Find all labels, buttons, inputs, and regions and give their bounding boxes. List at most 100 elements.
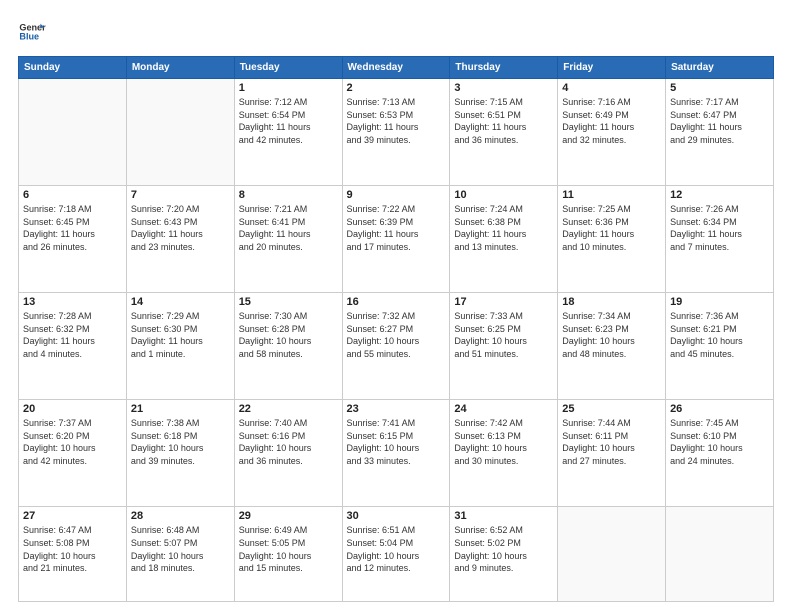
calendar-cell: 7 Sunrise: 7:20 AM Sunset: 6:43 PM Daylig… (126, 186, 234, 293)
day-number: 19 (670, 296, 769, 308)
calendar-cell: 3 Sunrise: 7:15 AM Sunset: 6:51 PM Daylig… (450, 79, 558, 186)
calendar-cell (666, 507, 774, 602)
day-info: Sunrise: 7:15 AM Sunset: 6:51 PM Dayligh… (454, 96, 553, 146)
calendar-cell: 26Sunrise: 7:45 AM Sunset: 6:10 PM Dayli… (666, 400, 774, 507)
day-number: 30 (347, 510, 446, 522)
day-info: Sunrise: 7:33 AM Sunset: 6:25 PM Dayligh… (454, 310, 553, 360)
calendar-cell (126, 79, 234, 186)
day-info: Sunrise: 6:49 AM Sunset: 5:05 PM Dayligh… (239, 524, 338, 574)
weekday-header-sunday: Sunday (19, 57, 127, 79)
day-info: Sunrise: 7:29 AM Sunset: 6:30 PM Dayligh… (131, 310, 230, 360)
day-info: Sunrise: 7:25 AM Sunset: 6:36 PM Dayligh… (562, 203, 661, 253)
day-info: Sunrise: 7:32 AM Sunset: 6:27 PM Dayligh… (347, 310, 446, 360)
calendar-cell: 13 Sunrise: 7:28 AM Sunset: 6:32 PM Dayli… (19, 293, 127, 400)
calendar-cell: 12 Sunrise: 7:26 AM Sunset: 6:34 PM Dayli… (666, 186, 774, 293)
calendar-cell: 19 Sunrise: 7:36 AM Sunset: 6:21 PM Dayli… (666, 293, 774, 400)
day-info: Sunrise: 7:18 AM Sunset: 6:45 PM Dayligh… (23, 203, 122, 253)
day-info: Sunrise: 7:38 AM Sunset: 6:18 PM Dayligh… (131, 417, 230, 467)
day-info: Sunrise: 7:41 AM Sunset: 6:15 PM Dayligh… (347, 417, 446, 467)
calendar-cell: 23 Sunrise: 7:41 AM Sunset: 6:15 PM Dayli… (342, 400, 450, 507)
day-number: 4 (562, 82, 661, 94)
day-info: Sunrise: 6:51 AM Sunset: 5:04 PM Dayligh… (347, 524, 446, 574)
day-number: 5 (670, 82, 769, 94)
weekday-header-saturday: Saturday (666, 57, 774, 79)
calendar-week-4: 20 Sunrise: 7:37 AM Sunset: 6:20 PM Dayli… (19, 400, 774, 507)
weekday-header-tuesday: Tuesday (234, 57, 342, 79)
day-info: Sunrise: 7:30 AM Sunset: 6:28 PM Dayligh… (239, 310, 338, 360)
calendar-cell: 20 Sunrise: 7:37 AM Sunset: 6:20 PM Dayli… (19, 400, 127, 507)
calendar-cell (19, 79, 127, 186)
day-number: 29 (239, 510, 338, 522)
calendar-cell: 21 Sunrise: 7:38 AM Sunset: 6:18 PM Dayli… (126, 400, 234, 507)
day-info: Sunrise: 7:17 AM Sunset: 6:47 PM Dayligh… (670, 96, 769, 146)
calendar-cell: 1Sunrise: 7:12 AM Sunset: 6:54 PM Daylig… (234, 79, 342, 186)
day-number: 17 (454, 296, 553, 308)
calendar-table: SundayMondayTuesdayWednesdayThursdayFrid… (18, 56, 774, 602)
day-info: Sunrise: 7:22 AM Sunset: 6:39 PM Dayligh… (347, 203, 446, 253)
day-number: 21 (131, 403, 230, 415)
calendar-week-5: 27Sunrise: 6:47 AM Sunset: 5:08 PM Dayli… (19, 507, 774, 602)
calendar-cell: 25Sunrise: 7:44 AM Sunset: 6:11 PM Dayli… (558, 400, 666, 507)
calendar-cell: 18 Sunrise: 7:34 AM Sunset: 6:23 PM Dayli… (558, 293, 666, 400)
page-header: General Blue (18, 18, 774, 46)
day-number: 28 (131, 510, 230, 522)
day-info: Sunrise: 6:47 AM Sunset: 5:08 PM Dayligh… (23, 524, 122, 574)
calendar-week-3: 13 Sunrise: 7:28 AM Sunset: 6:32 PM Dayli… (19, 293, 774, 400)
day-number: 22 (239, 403, 338, 415)
calendar-cell (558, 507, 666, 602)
calendar-cell: 4 Sunrise: 7:16 AM Sunset: 6:49 PM Daylig… (558, 79, 666, 186)
day-info: Sunrise: 7:28 AM Sunset: 6:32 PM Dayligh… (23, 310, 122, 360)
calendar-week-1: 1Sunrise: 7:12 AM Sunset: 6:54 PM Daylig… (19, 79, 774, 186)
weekday-header-thursday: Thursday (450, 57, 558, 79)
calendar-cell: 11 Sunrise: 7:25 AM Sunset: 6:36 PM Dayli… (558, 186, 666, 293)
day-number: 12 (670, 189, 769, 201)
calendar-cell: 8 Sunrise: 7:21 AM Sunset: 6:41 PM Daylig… (234, 186, 342, 293)
day-number: 18 (562, 296, 661, 308)
day-number: 2 (347, 82, 446, 94)
day-number: 11 (562, 189, 661, 201)
calendar-cell: 2 Sunrise: 7:13 AM Sunset: 6:53 PM Daylig… (342, 79, 450, 186)
day-info: Sunrise: 7:13 AM Sunset: 6:53 PM Dayligh… (347, 96, 446, 146)
calendar-cell: 29 Sunrise: 6:49 AM Sunset: 5:05 PM Dayli… (234, 507, 342, 602)
day-number: 31 (454, 510, 553, 522)
day-number: 13 (23, 296, 122, 308)
day-info: Sunrise: 6:52 AM Sunset: 5:02 PM Dayligh… (454, 524, 553, 574)
calendar-cell: 22Sunrise: 7:40 AM Sunset: 6:16 PM Dayli… (234, 400, 342, 507)
day-info: Sunrise: 7:24 AM Sunset: 6:38 PM Dayligh… (454, 203, 553, 253)
day-number: 8 (239, 189, 338, 201)
weekday-header-monday: Monday (126, 57, 234, 79)
calendar-header-row: SundayMondayTuesdayWednesdayThursdayFrid… (19, 57, 774, 79)
calendar-cell: 9 Sunrise: 7:22 AM Sunset: 6:39 PM Daylig… (342, 186, 450, 293)
day-number: 9 (347, 189, 446, 201)
calendar-cell: 14Sunrise: 7:29 AM Sunset: 6:30 PM Dayli… (126, 293, 234, 400)
calendar-cell: 30 Sunrise: 6:51 AM Sunset: 5:04 PM Dayli… (342, 507, 450, 602)
day-info: Sunrise: 7:44 AM Sunset: 6:11 PM Dayligh… (562, 417, 661, 467)
day-info: Sunrise: 7:34 AM Sunset: 6:23 PM Dayligh… (562, 310, 661, 360)
logo: General Blue (18, 18, 46, 46)
day-info: Sunrise: 7:21 AM Sunset: 6:41 PM Dayligh… (239, 203, 338, 253)
day-info: Sunrise: 7:42 AM Sunset: 6:13 PM Dayligh… (454, 417, 553, 467)
calendar-cell: 24Sunrise: 7:42 AM Sunset: 6:13 PM Dayli… (450, 400, 558, 507)
calendar-week-2: 6 Sunrise: 7:18 AM Sunset: 6:45 PM Daylig… (19, 186, 774, 293)
day-number: 15 (239, 296, 338, 308)
day-number: 7 (131, 189, 230, 201)
day-number: 10 (454, 189, 553, 201)
day-number: 3 (454, 82, 553, 94)
day-info: Sunrise: 7:20 AM Sunset: 6:43 PM Dayligh… (131, 203, 230, 253)
day-info: Sunrise: 7:16 AM Sunset: 6:49 PM Dayligh… (562, 96, 661, 146)
day-number: 20 (23, 403, 122, 415)
logo-icon: General Blue (18, 18, 46, 46)
day-info: Sunrise: 7:37 AM Sunset: 6:20 PM Dayligh… (23, 417, 122, 467)
day-number: 1 (239, 82, 338, 94)
calendar-cell: 6 Sunrise: 7:18 AM Sunset: 6:45 PM Daylig… (19, 186, 127, 293)
svg-text:Blue: Blue (19, 32, 39, 42)
calendar-cell: 27Sunrise: 6:47 AM Sunset: 5:08 PM Dayli… (19, 507, 127, 602)
day-info: Sunrise: 7:36 AM Sunset: 6:21 PM Dayligh… (670, 310, 769, 360)
day-number: 23 (347, 403, 446, 415)
day-number: 26 (670, 403, 769, 415)
day-info: Sunrise: 7:26 AM Sunset: 6:34 PM Dayligh… (670, 203, 769, 253)
day-number: 6 (23, 189, 122, 201)
day-number: 16 (347, 296, 446, 308)
calendar-cell: 28Sunrise: 6:48 AM Sunset: 5:07 PM Dayli… (126, 507, 234, 602)
calendar-cell: 10 Sunrise: 7:24 AM Sunset: 6:38 PM Dayli… (450, 186, 558, 293)
